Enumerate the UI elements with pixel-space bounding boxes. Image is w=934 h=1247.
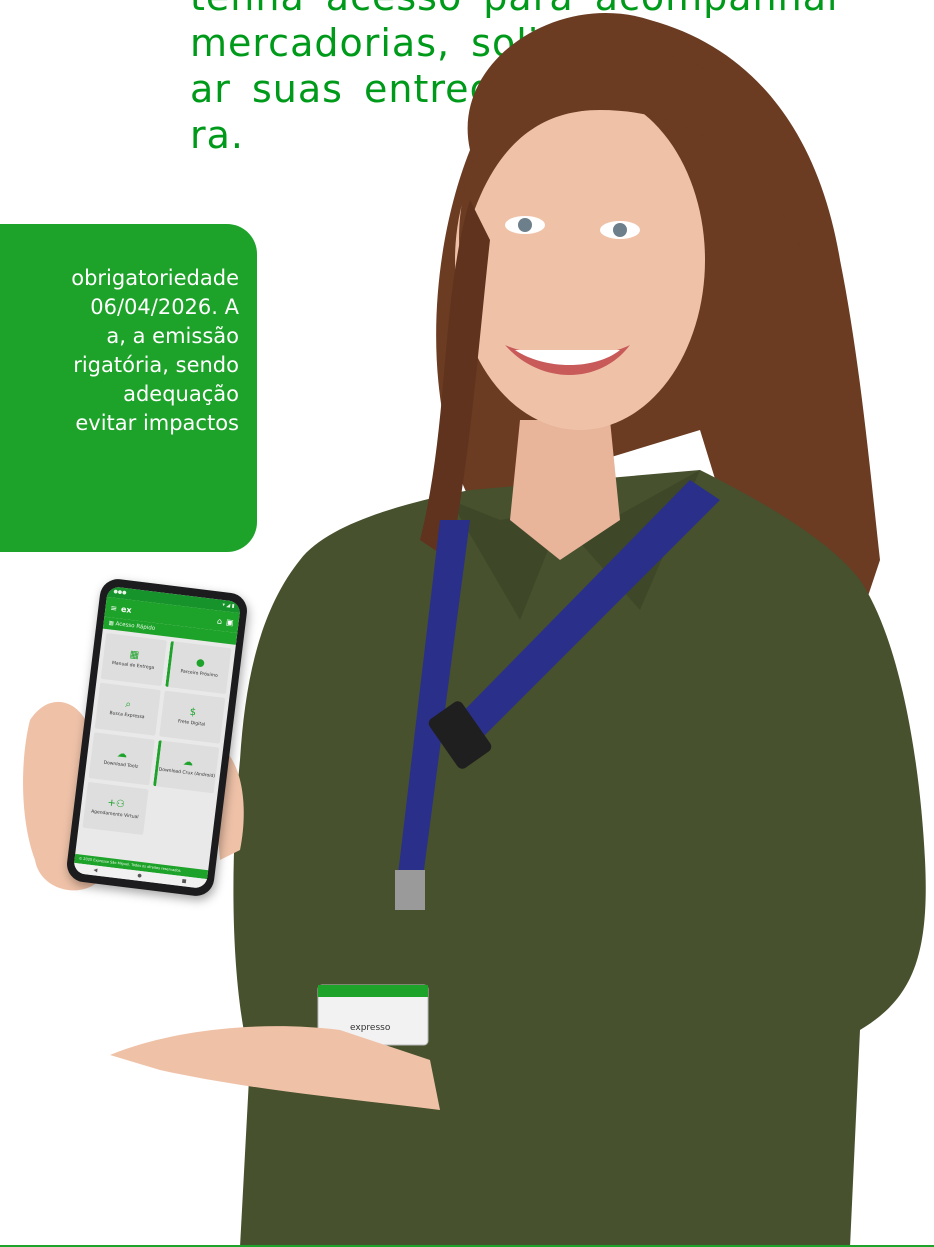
lock-icon[interactable]: ▣ — [226, 617, 235, 627]
quick-access-grid: ▦ Manual de Entrega ● Parceiro Próximo ⌕… — [78, 629, 236, 848]
left-eye — [505, 216, 545, 234]
notice-line-6: evitar impactos — [75, 411, 239, 435]
id-badge — [317, 984, 429, 1046]
intro-line-4: ra. — [190, 113, 244, 157]
cloud-download-icon: ☁ — [182, 756, 194, 769]
tile-label: Download Crux (Android) — [158, 767, 216, 780]
cloud-download-icon: ☁ — [116, 748, 128, 761]
lanyard-metal — [395, 870, 425, 910]
tile-label: Manual de Entrega — [111, 661, 155, 672]
tile-download-crux[interactable]: ☁ Download Crux (Android) — [153, 740, 220, 794]
phone-screen: ●●● ▾ ◢ ▮ ≡ ex ⌂ ▣ ▦ Acesso Rápido ▦ Manu… — [72, 585, 242, 890]
notice-text: obrigatoriedade 06/04/2026. A a, a emiss… — [0, 264, 239, 438]
back-icon[interactable]: ◀ — [93, 867, 98, 873]
smartphone: ●●● ▾ ◢ ▮ ≡ ex ⌂ ▣ ▦ Acesso Rápido ▦ Manu… — [64, 577, 250, 898]
tile-busca-expressa[interactable]: ⌕ Busca Expressa — [94, 682, 161, 736]
face — [455, 90, 705, 430]
notice-box: obrigatoriedade 06/04/2026. A a, a emiss… — [0, 224, 257, 552]
tile-label: Agendamento Virtual — [90, 809, 139, 821]
notice-line-3: a, a emissão — [106, 324, 239, 348]
lanyard-right — [440, 480, 720, 760]
hair-left-strand — [420, 200, 490, 560]
notice-line-1: obrigatoriedade — [71, 266, 239, 290]
tile-parceiro-proximo[interactable]: ● Parceiro Próximo — [165, 640, 232, 695]
tile-manual-entrega[interactable]: ▦ Manual de Entrega — [100, 633, 167, 687]
calendar-icon: ▦ — [128, 649, 140, 662]
tile-label: Download Toolz — [103, 760, 139, 771]
tile-frete-digital[interactable]: $ Frete Digital — [159, 690, 226, 744]
intro-line-3: ar suas entregas de — [190, 67, 611, 111]
tile-download-toolz[interactable]: ☁ Download Toolz — [88, 732, 155, 786]
intro-line-1: tenha acesso para acompanhar — [190, 0, 844, 20]
id-badge-text: expresso — [350, 1023, 391, 1033]
dollar-icon: $ — [188, 707, 197, 719]
neck — [510, 420, 620, 560]
shirt-collar — [450, 470, 700, 620]
app-logo: ex — [120, 604, 133, 615]
intro-line-2: mercadorias, solicitar — [190, 21, 630, 65]
tile-agendamento-virtual[interactable]: +⚇ Agendamento Virtual — [82, 781, 149, 836]
home-icon[interactable]: ⌂ — [217, 616, 223, 626]
lanyard-clip — [428, 701, 492, 769]
location-pin-icon: ● — [195, 657, 206, 670]
menu-icon[interactable]: ≡ — [110, 603, 118, 613]
search-icon: ⌕ — [124, 699, 132, 711]
right-eye — [600, 221, 640, 239]
mouth — [505, 345, 630, 375]
tile-label: Busca Expressa — [109, 711, 145, 721]
notice-line-5: adequação — [123, 382, 239, 406]
notice-line-2: 06/04/2026. A — [90, 295, 239, 319]
right-hand — [110, 1026, 440, 1110]
notice-line-4: rigatória, sendo — [73, 353, 239, 377]
tile-label: Frete Digital — [177, 719, 206, 728]
tile-label: Parceiro Próximo — [180, 669, 218, 680]
add-users-icon: +⚇ — [106, 797, 126, 811]
lanyard — [395, 520, 470, 900]
shirt — [233, 470, 926, 1247]
home-button-icon[interactable]: ● — [137, 873, 142, 879]
recents-icon[interactable]: ■ — [181, 878, 186, 885]
